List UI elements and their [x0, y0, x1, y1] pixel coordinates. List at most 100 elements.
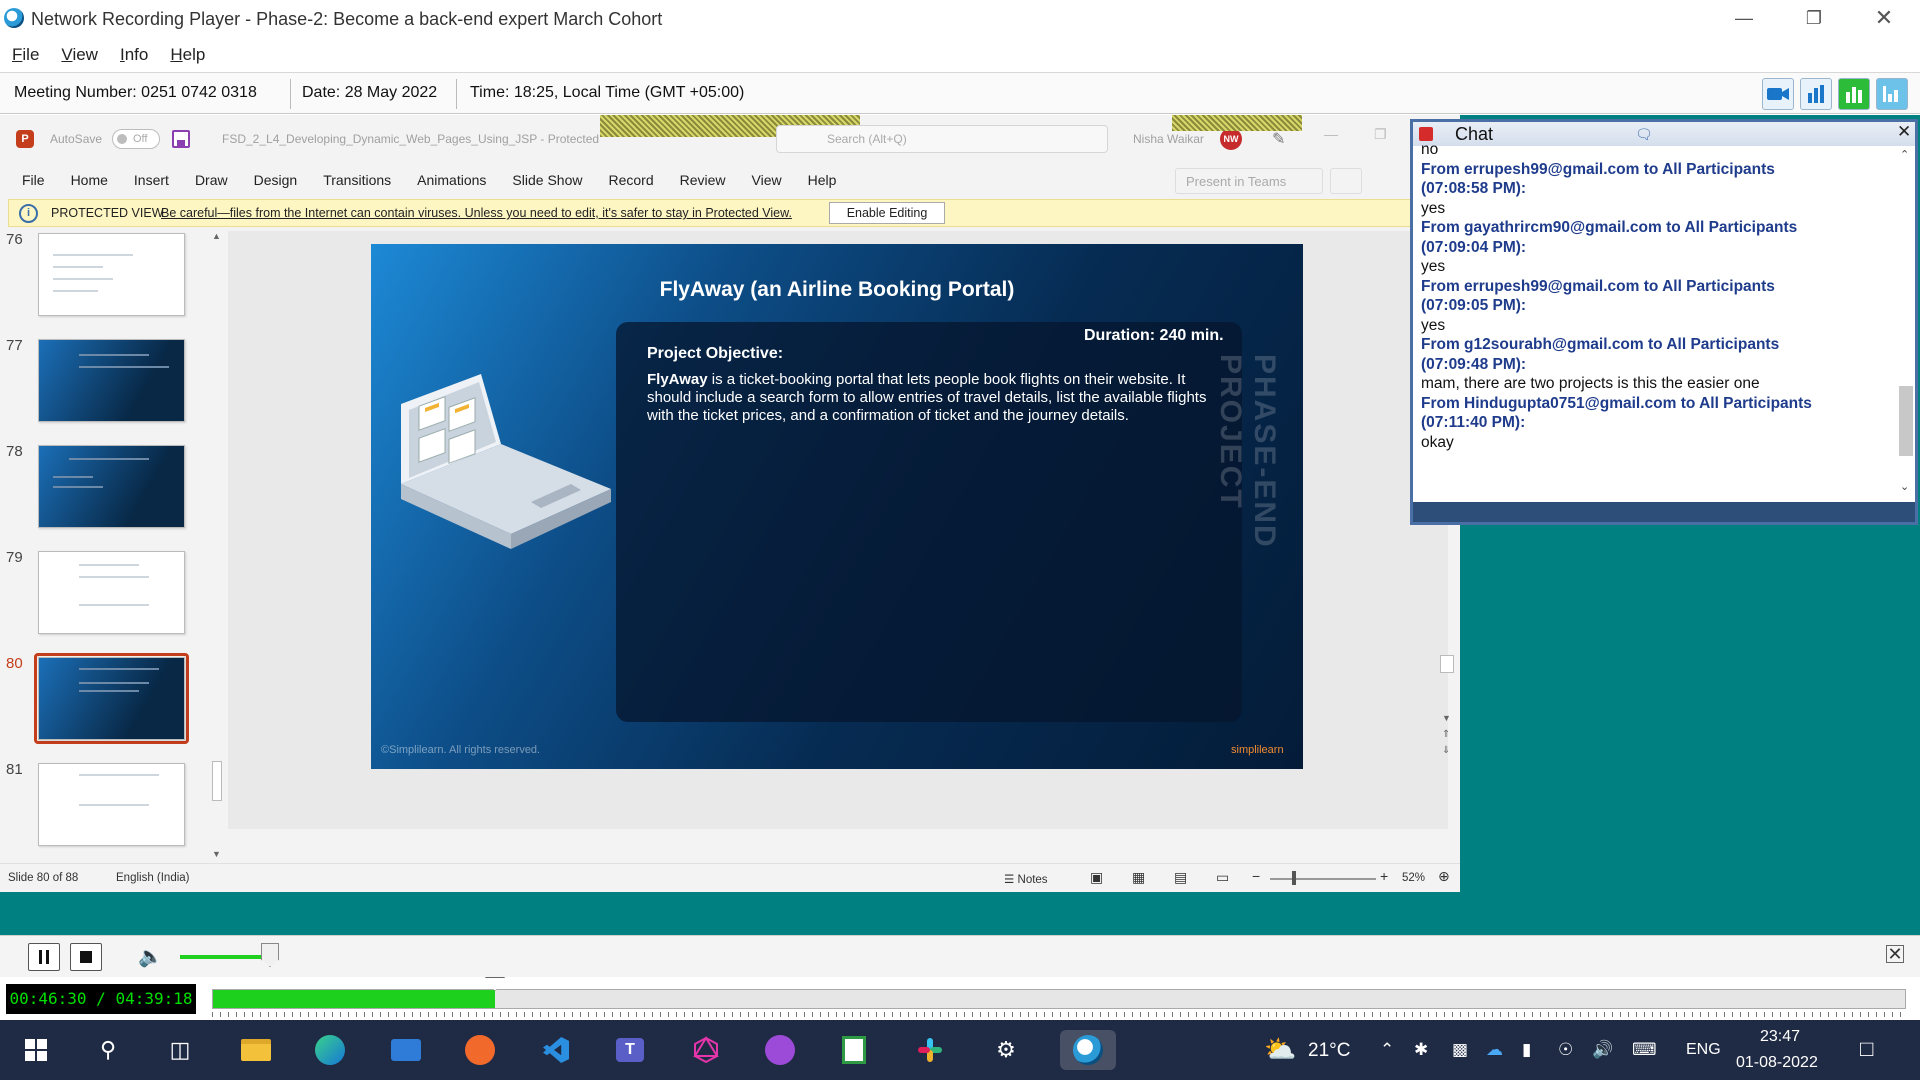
tray-slack-icon[interactable]: ✱	[1414, 1040, 1428, 1060]
restore-button[interactable]: ❐	[1784, 0, 1844, 36]
scroll-up-icon[interactable]: ▲	[212, 231, 221, 241]
volume-slider-knob[interactable]	[261, 943, 279, 967]
chat-close-icon[interactable]: ✕	[1897, 122, 1911, 142]
video-view-button[interactable]	[1762, 78, 1794, 110]
ppt-search-box[interactable]: Search (Alt+Q)	[776, 125, 1108, 153]
slideshow-view-icon[interactable]: ▭	[1216, 869, 1229, 886]
chart-view-button[interactable]	[1800, 78, 1832, 110]
current-slide[interactable]: FlyAway (an Airline Booking Portal) Dura…	[371, 244, 1303, 769]
comment-button[interactable]	[1330, 168, 1362, 194]
battery-icon[interactable]: ▮	[1522, 1040, 1531, 1060]
start-icon[interactable]	[16, 1030, 56, 1070]
recording-player-icon[interactable]	[1060, 1030, 1116, 1070]
notepad-icon[interactable]	[834, 1030, 874, 1070]
scroll-thumb[interactable]	[212, 761, 222, 801]
volume-slider[interactable]	[180, 955, 270, 959]
enable-editing-button[interactable]: Enable Editing	[829, 202, 945, 224]
slack-icon[interactable]	[910, 1030, 950, 1070]
zoom-slider-knob[interactable]	[1292, 871, 1296, 885]
zoom-in-icon[interactable]: +	[1380, 868, 1388, 884]
github-icon[interactable]	[760, 1030, 800, 1070]
teams-icon[interactable]: T	[610, 1030, 650, 1070]
ppt-minimize-icon[interactable]: —	[1324, 126, 1338, 142]
language-indicator[interactable]: ENG	[1686, 1041, 1721, 1059]
slide-thumbnail[interactable]	[38, 763, 185, 846]
ppt-restore-icon[interactable]: ❐	[1374, 126, 1387, 143]
language-status[interactable]: English (India)	[116, 872, 190, 884]
search-icon[interactable]: ⚲	[88, 1030, 128, 1070]
tray-chevron-up-icon[interactable]: ⌃	[1380, 1040, 1394, 1060]
stop-button[interactable]	[70, 943, 102, 971]
protected-view-message[interactable]: Be careful—files from the Internet can c…	[161, 206, 792, 220]
notifications-icon[interactable]: □	[1860, 1036, 1873, 1062]
ppt-tab-draw[interactable]: Draw	[195, 172, 228, 188]
thumbnail-scrollbar[interactable]: ▲ ▼	[210, 231, 224, 863]
ppt-tab-view[interactable]: View	[752, 172, 782, 188]
edge-icon[interactable]	[310, 1030, 350, 1070]
menu-view[interactable]: View	[61, 45, 98, 65]
ppt-tab-transitions[interactable]: Transitions	[323, 172, 391, 188]
ppt-tab-animations[interactable]: Animations	[417, 172, 486, 188]
ppt-tab-review[interactable]: Review	[680, 172, 726, 188]
slide-thumbnail[interactable]	[38, 445, 185, 528]
zoom-level[interactable]: 52%	[1402, 872, 1425, 884]
save-icon[interactable]	[172, 130, 190, 148]
menu-file[interactable]: File	[12, 45, 39, 65]
slide-thumbnail-selected[interactable]	[38, 657, 185, 740]
menu-info[interactable]: Info	[120, 45, 148, 65]
reading-view-icon[interactable]: ▤	[1174, 869, 1187, 886]
menu-help[interactable]: Help	[170, 45, 205, 65]
ppt-tab-file[interactable]: File	[22, 172, 45, 188]
ppt-tab-help[interactable]: Help	[808, 172, 837, 188]
chat-scroll-thumb[interactable]	[1899, 386, 1913, 456]
next-slide-icon[interactable]: ⇓	[1442, 745, 1450, 756]
pause-button[interactable]	[28, 943, 60, 971]
keyboard-icon[interactable]: ⌨	[1632, 1040, 1657, 1060]
fit-to-window-icon[interactable]: ⊕	[1438, 868, 1450, 885]
present-in-teams-button[interactable]: Present in Teams	[1175, 168, 1323, 194]
speaker-icon[interactable]: 🔊	[1592, 1040, 1613, 1060]
file-explorer-icon[interactable]	[236, 1030, 276, 1070]
slide-thumbnail[interactable]	[38, 339, 185, 422]
clock-time[interactable]: 23:47	[1760, 1028, 1800, 1046]
layout-view-button[interactable]	[1876, 78, 1908, 110]
participants-view-button[interactable]	[1838, 78, 1870, 110]
weather-temperature[interactable]: 21°C	[1308, 1040, 1350, 1062]
zoom-slider[interactable]	[1270, 878, 1376, 880]
ppt-tab-home[interactable]: Home	[71, 172, 108, 188]
mail-icon[interactable]	[386, 1030, 426, 1070]
clock-date[interactable]: 01-08-2022	[1736, 1054, 1818, 1072]
scroll-up-icon[interactable]: ⌃	[1900, 148, 1909, 161]
normal-view-icon[interactable]: ▣	[1090, 869, 1103, 886]
settings-app-icon[interactable]: ⚙	[986, 1030, 1026, 1070]
pen-icon[interactable]: ✎	[1272, 129, 1285, 149]
scroll-down-icon[interactable]: ▼	[1442, 713, 1451, 723]
close-player-icon[interactable]: ✕	[1886, 945, 1904, 963]
zoom-out-icon[interactable]: −	[1252, 868, 1260, 884]
user-avatar[interactable]: NW	[1220, 128, 1242, 150]
ppt-tab-insert[interactable]: Insert	[134, 172, 169, 188]
weather-icon[interactable]: ⛅	[1264, 1034, 1296, 1065]
minimize-button[interactable]: —	[1714, 0, 1774, 36]
slide-thumbnail[interactable]	[38, 233, 185, 316]
chat-scrollbar[interactable]: ⌃ ⌄	[1895, 146, 1915, 498]
close-window-button[interactable]: ✕	[1854, 0, 1914, 36]
slide-thumbnail[interactable]	[38, 551, 185, 634]
chat-input-strip[interactable]	[1413, 502, 1915, 522]
onedrive-icon[interactable]: ☁	[1486, 1040, 1503, 1060]
ppt-tab-slide-show[interactable]: Slide Show	[512, 172, 582, 188]
ppt-tab-design[interactable]: Design	[254, 172, 298, 188]
graphql-icon[interactable]	[686, 1030, 726, 1070]
slide-sorter-icon[interactable]: ▦	[1132, 869, 1145, 886]
ppt-tab-record[interactable]: Record	[608, 172, 653, 188]
scroll-down-icon[interactable]: ⌄	[1900, 480, 1909, 493]
vscode-icon[interactable]	[536, 1030, 576, 1070]
scroll-down-icon[interactable]: ▼	[212, 849, 221, 859]
canvas-scroll-thumb[interactable]	[1440, 655, 1454, 673]
pencil-app-icon[interactable]	[460, 1030, 500, 1070]
prev-slide-icon[interactable]: ⇑	[1442, 729, 1450, 740]
wifi-icon[interactable]: ☉	[1558, 1040, 1573, 1060]
volume-icon[interactable]: 🔈	[138, 944, 163, 969]
task-view-icon[interactable]: ◫	[160, 1030, 200, 1070]
autosave-toggle[interactable]: Off	[112, 129, 160, 149]
